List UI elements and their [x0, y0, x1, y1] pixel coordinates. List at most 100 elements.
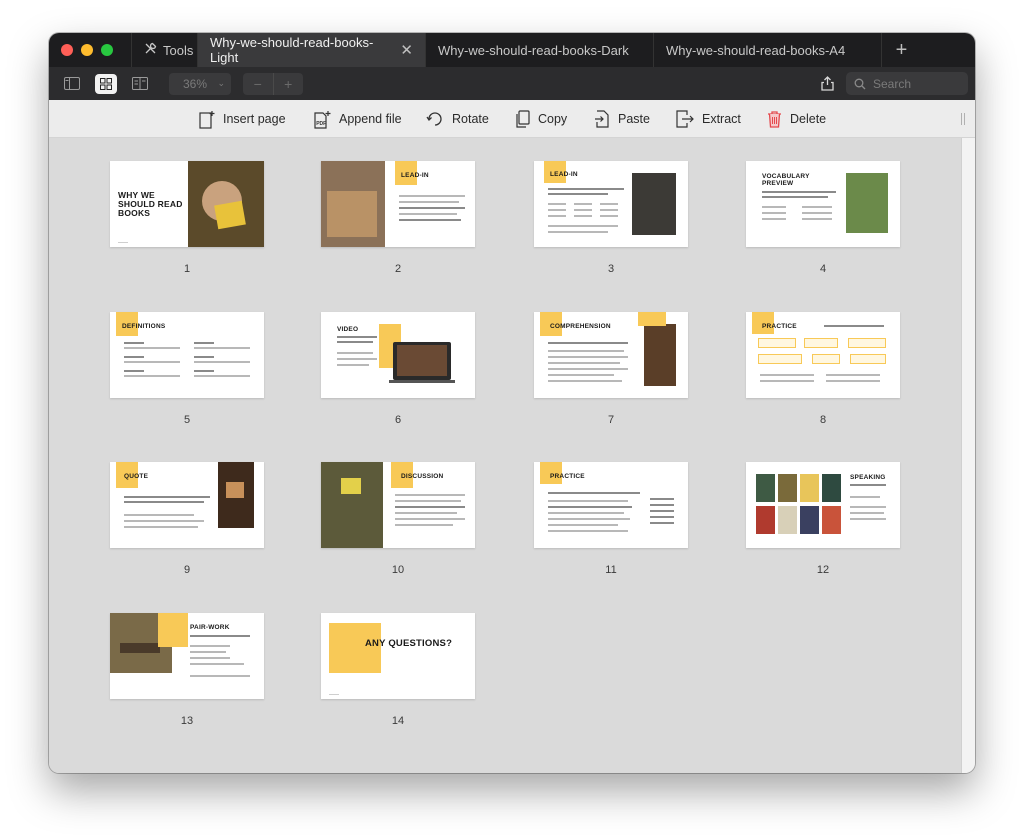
close-icon[interactable]: ✕	[400, 41, 413, 59]
page-title: VOCABULARY PREVIEW	[762, 173, 810, 187]
page-number: 12	[816, 564, 830, 576]
page-thumbnail[interactable]: PRACTICE	[534, 462, 688, 548]
delete-button[interactable]: Delete	[767, 108, 826, 130]
sidebar-toggle-button[interactable]	[61, 74, 83, 94]
page-thumbnail[interactable]: PRACTICE	[746, 312, 900, 398]
search-input[interactable]	[873, 76, 953, 91]
page-thumbnail[interactable]: DISCUSSION	[321, 462, 475, 548]
tools-icon	[144, 42, 157, 58]
page-thumbnail[interactable]: ANY QUESTIONS?	[321, 613, 475, 699]
page-title: PRACTICE	[550, 473, 585, 480]
extract-icon	[676, 110, 694, 128]
append-pdf-icon: PDF	[314, 110, 331, 129]
page-number: 11	[605, 564, 617, 576]
paste-icon	[595, 110, 609, 128]
page-thumbnail[interactable]: SPEAKING	[746, 462, 900, 548]
copy-label: Copy	[538, 112, 568, 126]
page-title: ANY QUESTIONS?	[365, 638, 453, 649]
zoom-out-button[interactable]: −	[243, 72, 274, 95]
sidebar-icon	[64, 77, 80, 90]
page-title: LEAD-IN	[401, 172, 429, 179]
append-file-button[interactable]: PDF Append file	[314, 108, 402, 130]
page-number: 7	[607, 414, 615, 426]
page-title: DISCUSSION	[401, 473, 444, 480]
share-button[interactable]	[817, 73, 837, 93]
page-title: SPEAKING	[850, 474, 886, 481]
rotate-label: Rotate	[452, 112, 489, 126]
page-thumbnail[interactable]: COMPREHENSION	[534, 312, 688, 398]
page-title: PAIR-WORK	[190, 624, 230, 631]
page-number: 6	[394, 414, 402, 426]
share-icon	[820, 75, 834, 91]
app-window: Tools Why-we-should-read-books-Light ✕ W…	[49, 33, 975, 773]
page-thumbnail[interactable]: QUOTE	[110, 462, 264, 548]
tab-tools[interactable]: Tools	[131, 33, 197, 67]
page-view-button[interactable]	[129, 74, 151, 94]
paste-label: Paste	[618, 112, 650, 126]
page-title: DEFINITIONS	[122, 323, 166, 330]
tab-document-dark[interactable]: Why-we-should-read-books-Dark	[425, 33, 653, 67]
page-thumbnail[interactable]: LEAD-IN	[534, 161, 688, 247]
page-number: 9	[183, 564, 191, 576]
chevron-down-icon: ⌄	[217, 78, 225, 88]
tab-document-a4[interactable]: Why-we-should-read-books-A4	[653, 33, 881, 67]
tab-bar: Tools Why-we-should-read-books-Light ✕ W…	[49, 33, 975, 67]
append-file-label: Append file	[339, 112, 402, 126]
extract-button[interactable]: Extract	[676, 108, 741, 130]
tab-label: Why-we-should-read-books-A4	[666, 42, 846, 58]
tab-label: Why-we-should-read-books-Light	[210, 35, 374, 65]
svg-text:PDF: PDF	[316, 121, 326, 127]
delete-label: Delete	[790, 112, 827, 126]
zoom-in-button[interactable]: +	[274, 73, 304, 95]
copy-icon	[516, 110, 530, 128]
page-thumbnail[interactable]: LEAD-IN	[321, 161, 475, 247]
page-thumbnail[interactable]: PAIR-WORK	[110, 613, 264, 699]
page-title: COMPREHENSION	[550, 323, 611, 330]
insert-page-icon	[199, 110, 215, 129]
vertical-scrollbar[interactable]	[961, 138, 975, 773]
zoom-select[interactable]: 36% ⌄	[169, 72, 231, 95]
page-title: WHY WE SHOULD READ BOOKS	[118, 190, 183, 218]
page-number: 10	[391, 564, 405, 576]
minimize-window-button[interactable]	[81, 44, 93, 56]
page-thumbnail[interactable]: VOCABULARY PREVIEW	[746, 161, 900, 247]
thumbnail-grid: WHY WE SHOULD READ BOOKS 1 LEAD-IN 2 LEA…	[49, 138, 961, 773]
page-number: 2	[394, 263, 402, 275]
page-title: LEAD-IN	[550, 171, 578, 178]
two-page-icon	[132, 77, 148, 90]
toolbar-grip[interactable]	[961, 113, 965, 125]
page-thumbnail[interactable]: DEFINITIONS	[110, 312, 264, 398]
page-thumbnail[interactable]: VIDEO	[321, 312, 475, 398]
tab-document-light[interactable]: Why-we-should-read-books-Light ✕	[197, 33, 425, 67]
maximize-window-button[interactable]	[101, 44, 113, 56]
page-number: 4	[819, 263, 827, 275]
page-actions-bar: Insert page PDF Append file Rotate Copy …	[49, 100, 975, 138]
insert-page-button[interactable]: Insert page	[199, 108, 286, 130]
tab-tools-label: Tools	[163, 42, 194, 58]
page-title: VIDEO	[337, 326, 359, 333]
page-number: 5	[183, 414, 191, 426]
search-icon	[854, 78, 866, 89]
paste-button[interactable]: Paste	[594, 108, 650, 130]
extract-label: Extract	[702, 112, 741, 126]
search-box	[846, 72, 968, 95]
page-number: 14	[391, 715, 405, 727]
trash-icon	[768, 111, 781, 128]
page-title: QUOTE	[124, 473, 149, 480]
rotate-button[interactable]: Rotate	[426, 108, 489, 130]
tab-label: Why-we-should-read-books-Dark	[438, 42, 629, 58]
grid-icon	[100, 77, 112, 90]
close-window-button[interactable]	[61, 44, 73, 56]
page-number: 13	[180, 715, 194, 727]
copy-button[interactable]: Copy	[515, 108, 567, 130]
page-thumbnail[interactable]: WHY WE SHOULD READ BOOKS	[110, 161, 264, 247]
new-tab-button[interactable]: +	[881, 33, 921, 67]
page-number: 1	[183, 263, 191, 275]
page-number: 8	[819, 414, 827, 426]
zoom-stepper: − +	[243, 72, 304, 95]
page-number: 3	[607, 263, 615, 275]
zoom-value: 36%	[183, 76, 208, 91]
grid-view-button[interactable]	[95, 73, 117, 94]
toolbar: 36% ⌄ − +	[49, 67, 975, 100]
insert-page-label: Insert page	[223, 112, 286, 126]
